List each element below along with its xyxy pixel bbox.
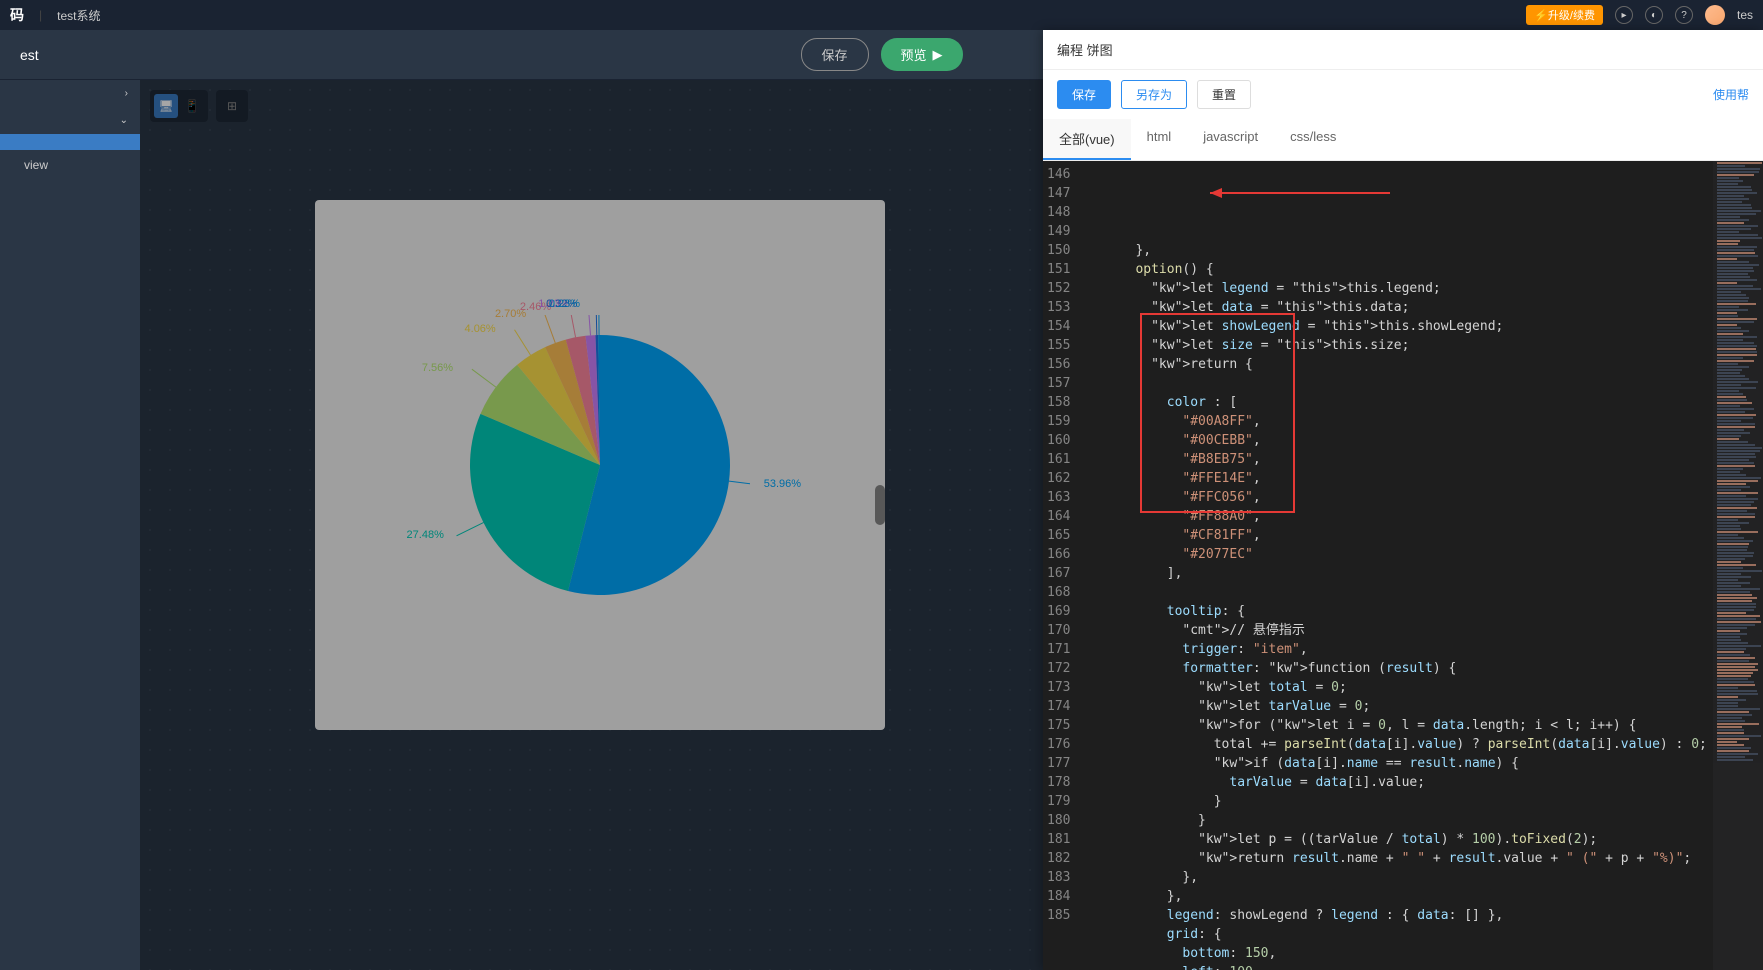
chevron-down-icon: ⌄ [120, 115, 128, 126]
code-line: "kw">let tarValue = 0; [1080, 697, 1763, 716]
code-line: } [1080, 811, 1763, 830]
code-line: "#FFE14E", [1080, 469, 1763, 488]
code-line: "kw">let showLegend = "this">this.showLe… [1080, 317, 1763, 336]
code-line: tooltip: { [1080, 602, 1763, 621]
sidebar-item-active[interactable] [0, 134, 140, 150]
code-line: "kw">return { [1080, 355, 1763, 374]
code-line: left: 100, [1080, 963, 1763, 970]
code-line: "kw">if (data[i].name == result.name) { [1080, 754, 1763, 773]
code-line: "cmt">// 悬停指示 [1080, 621, 1763, 640]
code-line: "#B8EB75", [1080, 450, 1763, 469]
desktop-view-button[interactable]: 🖥 [154, 94, 178, 118]
save-button[interactable]: 保存 [800, 38, 868, 71]
system-name: test系统 [57, 7, 100, 24]
play-icon[interactable]: ▸ [1615, 6, 1633, 24]
code-line [1080, 583, 1763, 602]
code-panel: 编程 饼图 保存 另存为 重置 使用帮 全部(vue) html javascr… [1043, 30, 1763, 970]
code-line: "#2077EC" [1080, 545, 1763, 564]
pie-label: 7.56% [422, 362, 453, 374]
code-line: "#00A8FF", [1080, 412, 1763, 431]
code-line: total += parseInt(data[i].value) ? parse… [1080, 735, 1763, 754]
panel-tabs: 全部(vue) html javascript css/less [1043, 119, 1763, 161]
code-line: bottom: 150, [1080, 944, 1763, 963]
code-line: ], [1080, 564, 1763, 583]
logo: 码 [10, 5, 24, 25]
pie-label: 0.23% [549, 298, 580, 310]
code-line: "#00CEBB", [1080, 431, 1763, 450]
sidebar: › ⌄ view [0, 80, 140, 970]
tab-css[interactable]: css/less [1274, 119, 1352, 160]
code-line: "kw">let size = "this">this.size; [1080, 336, 1763, 355]
help-link[interactable]: 使用帮 [1713, 86, 1749, 103]
code-line: }, [1080, 887, 1763, 906]
code-line: }, [1080, 241, 1763, 260]
code-line: tarValue = data[i].value; [1080, 773, 1763, 792]
topbar: 码 | test系统 ⚡升级/续费 ▸ ◐ ? tes [0, 0, 1763, 30]
code-line: "kw">let total = 0; [1080, 678, 1763, 697]
code-line: color : [ [1080, 393, 1763, 412]
panel-saveas-button[interactable]: 另存为 [1121, 80, 1187, 109]
code-line: } [1080, 792, 1763, 811]
mobile-view-button[interactable]: 📱 [180, 94, 204, 118]
scrollbar-thumb[interactable] [875, 485, 885, 525]
sidebar-item-view[interactable]: view [0, 150, 140, 180]
help-icon[interactable]: ? [1675, 6, 1693, 24]
code-line: grid: { [1080, 925, 1763, 944]
pie-label: 53.96% [764, 478, 801, 490]
tab-vue[interactable]: 全部(vue) [1043, 119, 1131, 160]
play-icon: ▶ [933, 47, 943, 63]
code-line: "kw">return result.name + " " + result.v… [1080, 849, 1763, 868]
code-line: "kw">let p = ((tarValue / total) * 100).… [1080, 830, 1763, 849]
code-line [1080, 374, 1763, 393]
headset-icon[interactable]: ◐ [1645, 6, 1663, 24]
upgrade-button[interactable]: ⚡升级/续费 [1526, 5, 1603, 25]
code-line: "kw">let legend = "this">this.legend; [1080, 279, 1763, 298]
code-line: "#FFC056", [1080, 488, 1763, 507]
panel-save-button[interactable]: 保存 [1057, 80, 1111, 109]
code-line: }, [1080, 868, 1763, 887]
preview-button[interactable]: 预览▶ [881, 38, 963, 71]
chevron-right-icon: › [125, 88, 128, 99]
tab-html[interactable]: html [1131, 119, 1188, 160]
panel-title: 编程 饼图 [1043, 30, 1763, 70]
code-line: legend: showLegend ? legend : { data: []… [1080, 906, 1763, 925]
avatar[interactable] [1705, 5, 1725, 25]
pie-label: 27.48% [407, 529, 444, 541]
grid-view-button[interactable]: ⊞ [220, 94, 244, 118]
sidebar-item-0[interactable]: › [0, 80, 140, 107]
code-line: "#CF81FF", [1080, 526, 1763, 545]
pie-chart-card[interactable]: 53.96%27.48%7.56%4.06%2.70%2.46%1.23%0.3… [315, 200, 885, 730]
username: tes [1737, 8, 1753, 22]
tab-js[interactable]: javascript [1187, 119, 1274, 160]
code-line: "#FF88A0", [1080, 507, 1763, 526]
pie-label: 4.06% [465, 323, 496, 335]
arrow-annotation [1210, 183, 1410, 203]
code-line: "kw">let data = "this">this.data; [1080, 298, 1763, 317]
panel-reset-button[interactable]: 重置 [1197, 80, 1251, 109]
code-editor[interactable]: 1461471481491501511521531541551561571581… [1043, 161, 1763, 970]
code-line: option() { [1080, 260, 1763, 279]
code-line: trigger: "item", [1080, 640, 1763, 659]
code-line: formatter: "kw">function (result) { [1080, 659, 1763, 678]
sidebar-item-1[interactable]: ⌄ [0, 107, 140, 134]
code-line: "kw">for ("kw">let i = 0, l = data.lengt… [1080, 716, 1763, 735]
minimap[interactable] [1713, 161, 1763, 970]
page-title: est [20, 47, 39, 63]
